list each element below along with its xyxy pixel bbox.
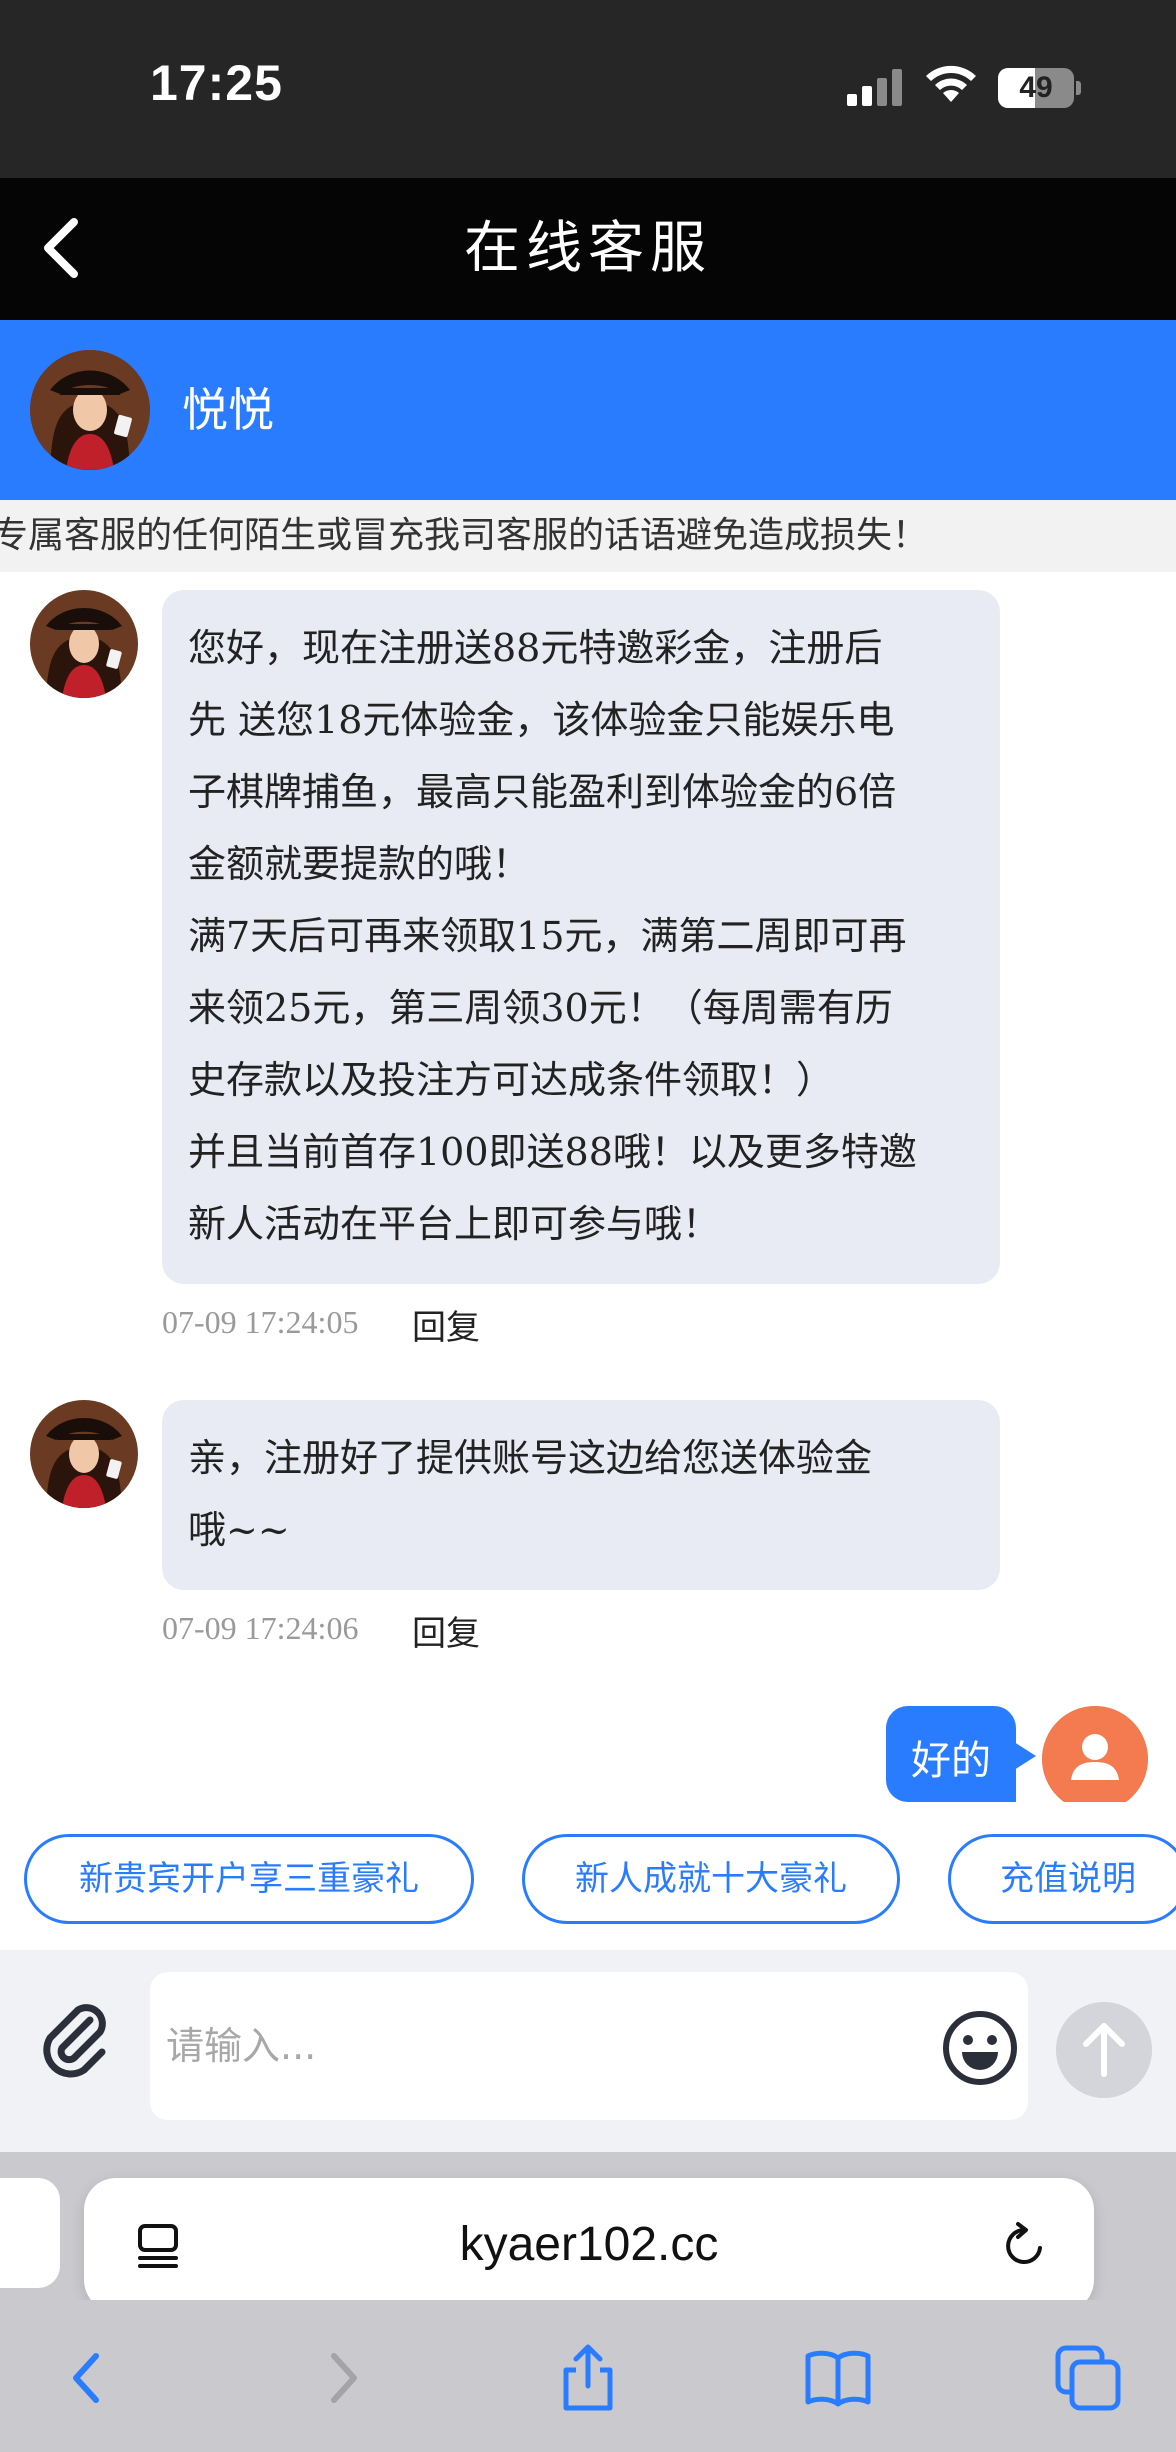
message-line: 亲，注册好了提供账号这边给您送体验金: [188, 1436, 873, 1480]
attach-icon[interactable]: [34, 1996, 118, 2080]
previous-tab-preview[interactable]: [0, 2178, 60, 2288]
battery-level: 49: [1019, 71, 1053, 104]
notice-text: 专属客服的任何陌生或冒充我司客服的话语避免造成损失！: [0, 515, 929, 556]
agent-message-bubble: 您好，现在注册送88元特邀彩金，注册后 先 送您18元体验金，该体验金只能娱乐电…: [162, 590, 1000, 1284]
notice-banner: 专属客服的任何陌生或冒充我司客服的话语避免造成损失！: [0, 500, 1176, 572]
user-message-bubble: 好的: [886, 1706, 1036, 1802]
quick-reply-chip[interactable]: 充值说明: [948, 1834, 1176, 1924]
safari-back-icon[interactable]: [52, 2342, 124, 2414]
share-icon[interactable]: [552, 2342, 624, 2414]
reader-icon[interactable]: [132, 2220, 184, 2272]
agent-message-avatar: [30, 1400, 138, 1508]
message-line: 并且当前首存100即送88哦！以及更多特邀: [188, 1130, 917, 1174]
message-timestamp: 07-09 17:24:06: [162, 1610, 359, 1646]
send-arrow-icon[interactable]: [1056, 2002, 1152, 2098]
cellular-signal-icon: [847, 69, 902, 106]
agent-header: 悦悦: [0, 320, 1176, 500]
message-line: 史存款以及投注方可达成条件领取！）: [188, 1058, 835, 1102]
tabs-icon[interactable]: [1052, 2342, 1124, 2414]
back-icon[interactable]: [30, 208, 110, 288]
user-avatar-icon: [1042, 1706, 1148, 1812]
quick-reply-chip[interactable]: 新人成就十大豪礼: [522, 1834, 900, 1924]
browser-toolbar: [0, 2300, 1176, 2452]
quick-reply-bar: 新贵宾开户享三重豪礼 新人成就十大豪礼 充值说明: [0, 1802, 1176, 1950]
agent-message-bubble: 亲，注册好了提供账号这边给您送体验金 哦~~: [162, 1400, 1000, 1590]
url-text: kyaer102.cc: [459, 2218, 719, 2271]
title-bar: 在线客服: [0, 178, 1176, 320]
agent-name: 悦悦: [182, 383, 274, 437]
reply-button[interactable]: 回复: [412, 1606, 480, 1655]
wifi-icon: [926, 65, 976, 102]
message-input[interactable]: [166, 1972, 926, 2120]
bookmarks-icon[interactable]: [802, 2342, 874, 2414]
message-line: 满7天后可再来领取15元，满第二周即可再: [188, 914, 907, 958]
page-title: 在线客服: [464, 216, 712, 281]
message-input-box: [150, 1972, 1028, 2120]
status-bar: 17:25 49: [0, 0, 1176, 178]
agent-avatar: [30, 350, 150, 470]
reload-icon[interactable]: [998, 2220, 1050, 2272]
message-line: 您好，现在注册送88元特邀彩金，注册后: [188, 626, 883, 670]
message-line: 子棋牌捕鱼，最高只能盈利到体验金的6倍: [188, 770, 897, 814]
message-line: 哦~~: [188, 1508, 290, 1552]
message-line: 来领25元，第三周领30元！（每周需有历: [188, 986, 893, 1030]
message-line: 金额就要提款的哦！: [188, 842, 531, 886]
status-time: 17:25: [150, 55, 283, 111]
address-bar[interactable]: kyaer102.cc: [84, 2178, 1094, 2312]
message-line: 先 送您18元体验金，该体验金只能娱乐电: [188, 698, 895, 742]
reply-button[interactable]: 回复: [412, 1300, 480, 1349]
agent-message-avatar: [30, 590, 138, 698]
safari-forward-icon[interactable]: [306, 2342, 378, 2414]
emoji-icon[interactable]: [940, 2008, 1020, 2088]
browser-address-area: kyaer102.cc: [0, 2152, 1176, 2312]
message-composer: [0, 1950, 1176, 2152]
quick-reply-chip[interactable]: 新贵宾开户享三重豪礼: [24, 1834, 474, 1924]
message-line: 新人活动在平台上即可参与哦！: [188, 1202, 721, 1246]
battery-icon: 49: [998, 68, 1081, 108]
message-timestamp: 07-09 17:24:05: [162, 1304, 359, 1340]
